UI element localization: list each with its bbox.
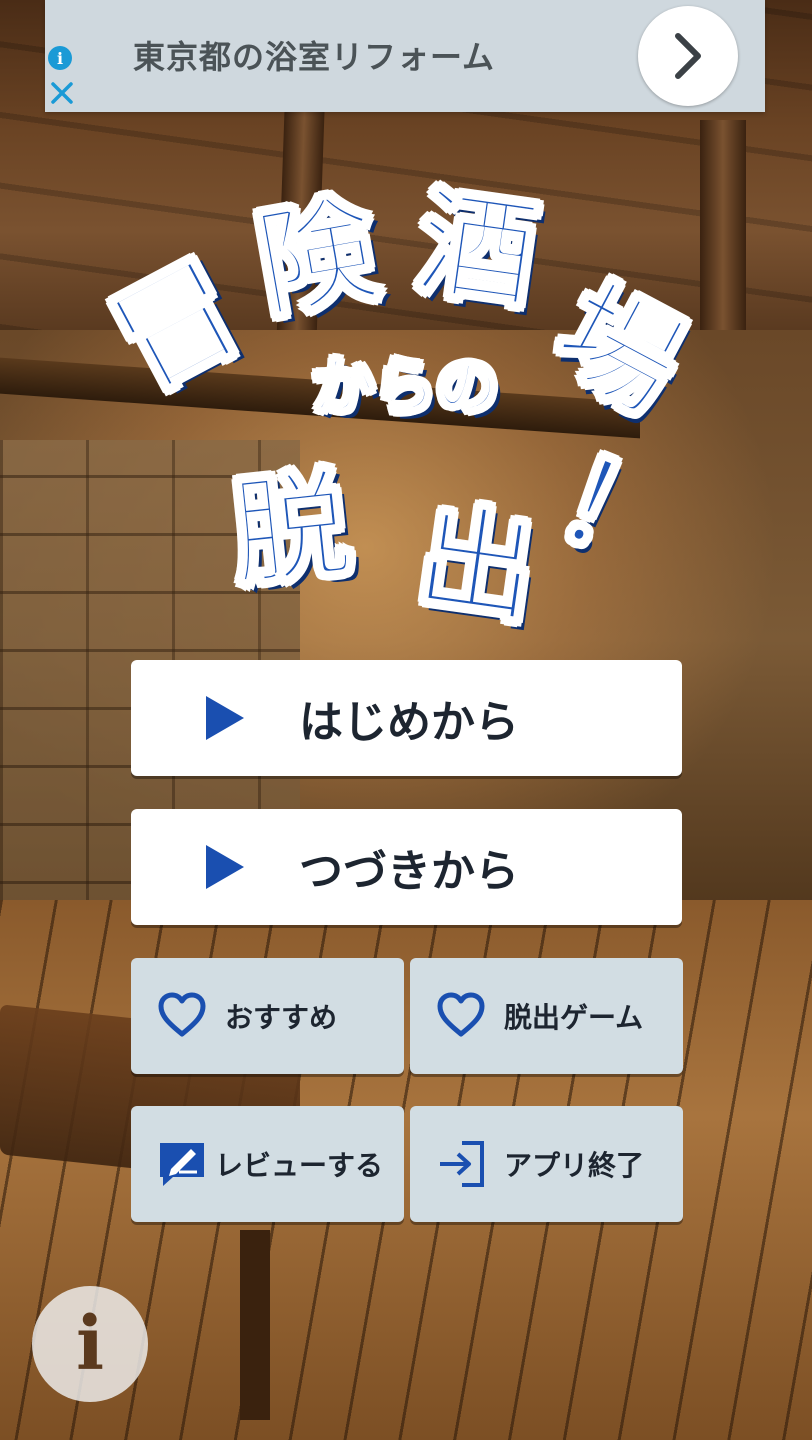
- play-icon: [206, 696, 244, 740]
- info-button[interactable]: i: [32, 1286, 148, 1402]
- continue-label: つづきから: [299, 846, 519, 897]
- ad-text[interactable]: 東京都の浴室リフォーム: [133, 32, 495, 78]
- escape-games-label: 脱出ゲーム: [504, 1001, 644, 1034]
- info-icon: i: [75, 1301, 105, 1387]
- review-button[interactable]: レビューする: [131, 1106, 404, 1222]
- heart-icon: [437, 992, 485, 1037]
- start-label: はじめから: [299, 697, 519, 748]
- review-label: レビューする: [215, 1149, 384, 1182]
- ad-close-icon[interactable]: [49, 80, 75, 106]
- review-pencil-icon: [160, 1143, 204, 1186]
- start-button[interactable]: はじめから: [131, 660, 682, 776]
- recommend-button[interactable]: おすすめ: [131, 958, 404, 1074]
- ad-banner[interactable]: i 東京都の浴室リフォーム: [45, 0, 765, 112]
- ad-info-icon[interactable]: i: [48, 46, 72, 70]
- heart-icon: [158, 992, 206, 1037]
- chevron-right-icon: [675, 33, 701, 79]
- table-leg: [240, 1230, 270, 1420]
- play-icon: [206, 845, 244, 889]
- continue-button[interactable]: つづきから: [131, 809, 682, 925]
- ad-arrow-button[interactable]: [638, 6, 738, 106]
- exit-app-button[interactable]: アプリ終了: [410, 1106, 683, 1222]
- exit-label: アプリ終了: [504, 1149, 645, 1182]
- exit-icon: [440, 1141, 484, 1187]
- escape-games-button[interactable]: 脱出ゲーム: [410, 958, 683, 1074]
- recommend-label: おすすめ: [225, 1001, 338, 1034]
